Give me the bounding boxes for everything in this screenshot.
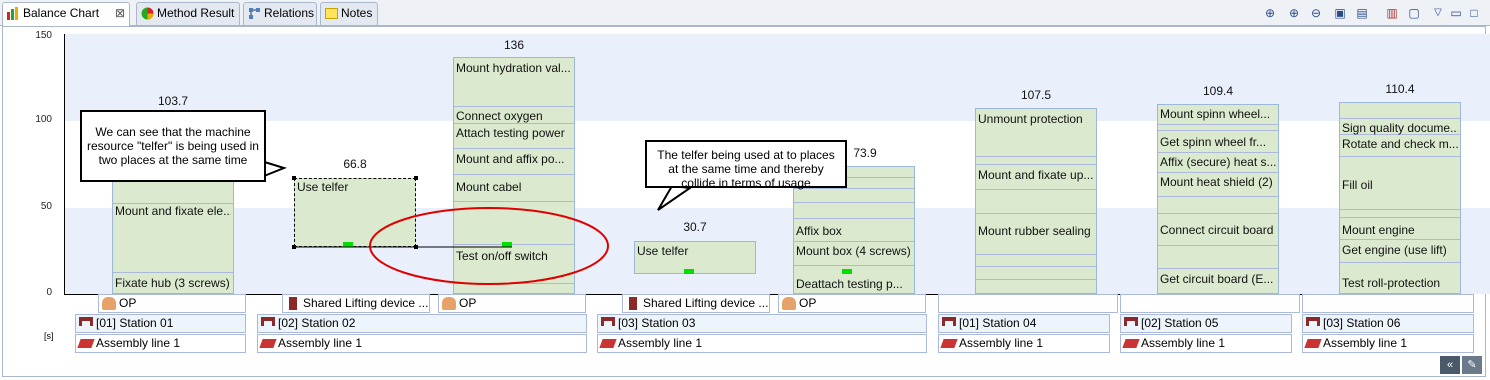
assembly-line-cell[interactable]: Assembly line 1 (1302, 334, 1474, 353)
collapse-icon[interactable]: « (1440, 356, 1460, 374)
assembly-line-cell[interactable]: Assembly line 1 (257, 334, 587, 353)
station-cell[interactable]: [01] Station 01 (75, 314, 246, 333)
station-cell[interactable]: [02] Station 02 (257, 314, 587, 333)
lifting-device-icon (629, 297, 637, 310)
highlight-ellipse (369, 207, 609, 285)
edit-icon[interactable]: ✎ (1462, 356, 1482, 374)
line-label: Assembly line 1 (1141, 336, 1226, 350)
resource-empty-cell[interactable] (1302, 294, 1474, 313)
assembly-line-cell[interactable]: Assembly line 1 (938, 334, 1110, 353)
station-icon (1306, 317, 1320, 326)
resource-empty-cell[interactable] (1120, 294, 1300, 313)
resource-op-cell[interactable]: OP (98, 294, 246, 313)
station-label: [03] Station 03 (618, 316, 696, 330)
station-label: [02] Station 05 (1141, 316, 1219, 330)
station-cell[interactable]: [03] Station 06 (1302, 314, 1474, 333)
line-label: Assembly line 1 (96, 336, 181, 350)
station-icon (79, 317, 93, 326)
assembly-line-icon (1122, 339, 1140, 348)
assembly-line-icon (77, 339, 95, 348)
assembly-line-cell[interactable]: Assembly line 1 (597, 334, 927, 353)
resource-label: OP (119, 296, 137, 310)
station-label: [03] Station 06 (1323, 316, 1401, 330)
operator-icon (102, 297, 116, 310)
assembly-line-icon (940, 339, 958, 348)
line-label: Assembly line 1 (278, 336, 363, 350)
resource-label: OP (459, 296, 477, 310)
lifting-device-icon (289, 297, 297, 310)
station-label: [02] Station 02 (278, 316, 356, 330)
assembly-line-icon (1304, 339, 1322, 348)
station-icon (942, 317, 956, 326)
assembly-line-cell[interactable]: Assembly line 1 (75, 334, 246, 353)
assembly-line-cell[interactable]: Assembly line 1 (1120, 334, 1292, 353)
annotation-callout-left: We can see that the machine resource "te… (80, 110, 266, 182)
line-label: Assembly line 1 (618, 336, 703, 350)
resource-label: OP (799, 296, 817, 310)
resource-empty-cell[interactable] (938, 294, 1118, 313)
station-cell[interactable]: [03] Station 03 (597, 314, 927, 333)
station-cell[interactable]: [02] Station 05 (1120, 314, 1292, 333)
line-label: Assembly line 1 (959, 336, 1044, 350)
operator-icon (782, 297, 796, 310)
line-label: Assembly line 1 (1323, 336, 1408, 350)
resource-label: Shared Lifting device ... (643, 296, 769, 310)
station-icon (1124, 317, 1138, 326)
resource-op-cell[interactable]: OP (778, 294, 926, 313)
resource-shared-cell[interactable]: Shared Lifting device ... (622, 294, 770, 313)
resource-label: Shared Lifting device ... (303, 296, 429, 310)
station-icon (601, 317, 615, 326)
resource-op-cell[interactable]: OP (438, 294, 586, 313)
annotation-callout-right: The telfer being used at to places at th… (645, 140, 847, 190)
station-cell[interactable]: [01] Station 04 (938, 314, 1110, 333)
assembly-line-icon (259, 339, 277, 348)
station-label: [01] Station 01 (96, 316, 174, 330)
assembly-line-icon (599, 339, 617, 348)
operator-icon (442, 297, 456, 310)
station-label: [01] Station 04 (959, 316, 1037, 330)
station-icon (261, 317, 275, 326)
resource-shared-cell[interactable]: Shared Lifting device ... (282, 294, 430, 313)
